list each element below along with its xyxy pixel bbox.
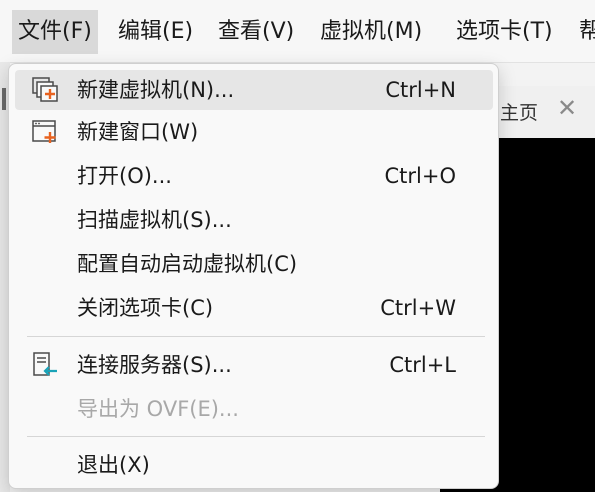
menu-item-shortcut: Ctrl+L <box>389 353 456 377</box>
menu-view[interactable]: 查看(V) <box>212 10 300 54</box>
menu-item-label: 关闭选项卡(C) <box>77 296 214 320</box>
menu-file[interactable]: 文件(F) <box>12 10 98 54</box>
menu-item-shortcut: Ctrl+O <box>384 164 457 188</box>
menu-item-export-ovf: 导出为 OVF(E)... <box>15 389 493 429</box>
menu-item-scan-vm[interactable]: 扫描虚拟机(S)... <box>15 200 493 240</box>
menu-help[interactable]: 帮 <box>573 10 595 54</box>
menu-item-label: 导出为 OVF(E)... <box>77 397 239 421</box>
left-edge-marker <box>2 88 6 110</box>
tab-home-label[interactable]: 主页 <box>500 98 538 125</box>
menu-item-label: 新建窗口(W) <box>77 120 199 144</box>
menu-vm[interactable]: 虚拟机(M) <box>314 10 428 54</box>
connect-server-icon <box>30 350 60 380</box>
menu-item-close-tab[interactable]: 关闭选项卡(C) Ctrl+W <box>15 288 493 328</box>
tab-close-icon[interactable]: ✕ <box>557 94 577 122</box>
menu-item-new-vm[interactable]: 新建虚拟机(N)... Ctrl+N <box>15 70 493 110</box>
menu-item-exit[interactable]: 退出(X) <box>15 445 493 485</box>
menu-item-label: 连接服务器(S)... <box>77 353 232 377</box>
menu-item-label: 扫描虚拟机(S)... <box>77 208 232 232</box>
menu-item-new-window[interactable]: 新建窗口(W) <box>15 112 493 152</box>
menu-item-label: 退出(X) <box>77 453 150 477</box>
menu-item-label: 配置自动启动虚拟机(C) <box>77 252 298 276</box>
file-menu-dropdown: 新建虚拟机(N)... Ctrl+N 新建窗口(W) 打开(O)... Ctrl… <box>8 63 499 489</box>
new-vm-icon <box>30 75 60 105</box>
menu-edit[interactable]: 编辑(E) <box>112 10 199 54</box>
menu-item-label: 打开(O)... <box>77 164 172 188</box>
menu-separator <box>27 436 485 437</box>
new-window-icon <box>30 117 60 147</box>
menu-item-shortcut: Ctrl+N <box>385 78 456 102</box>
menu-bar: 文件(F) 编辑(E) 查看(V) 虚拟机(M) 选项卡(T) 帮 <box>0 0 595 63</box>
menu-tabs[interactable]: 选项卡(T) <box>450 10 559 54</box>
menu-item-shortcut: Ctrl+W <box>380 296 456 320</box>
menu-item-configure-autostart[interactable]: 配置自动启动虚拟机(C) <box>15 244 493 284</box>
menu-item-open[interactable]: 打开(O)... Ctrl+O <box>15 156 493 196</box>
menu-item-connect-server[interactable]: 连接服务器(S)... Ctrl+L <box>15 345 493 385</box>
menu-separator <box>27 336 485 337</box>
menu-item-label: 新建虚拟机(N)... <box>77 78 235 102</box>
